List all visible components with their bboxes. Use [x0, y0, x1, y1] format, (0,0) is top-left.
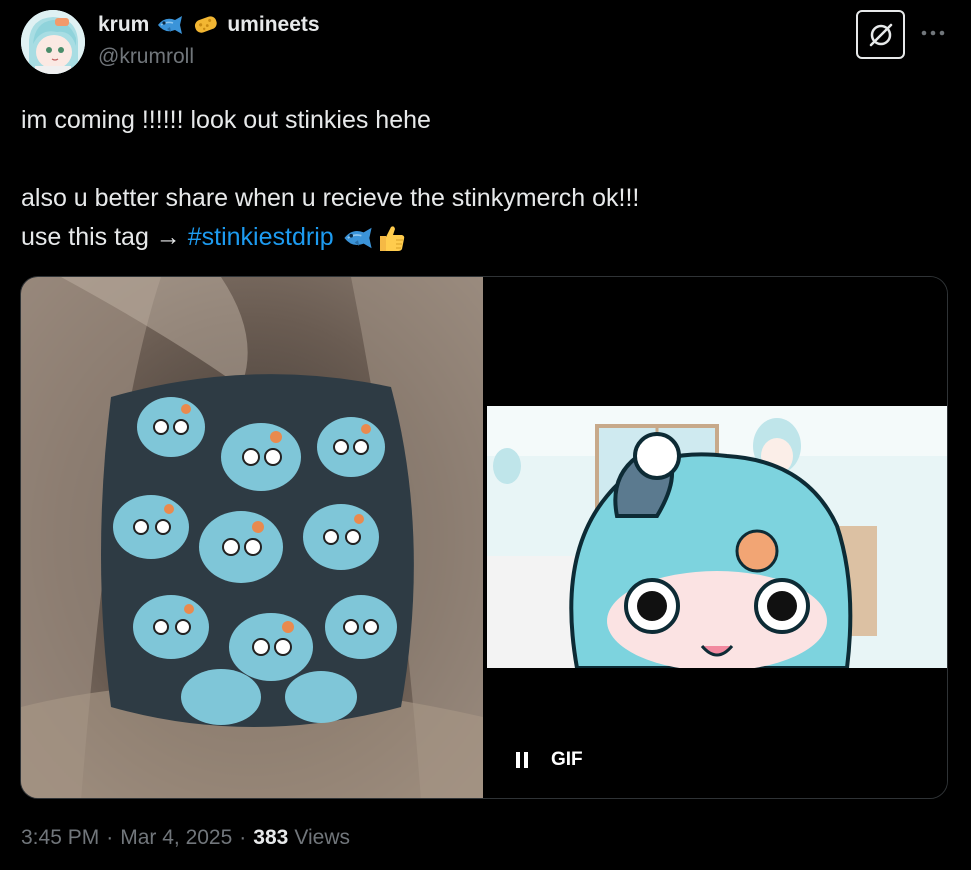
meta-separator: · [239, 826, 247, 849]
pause-icon[interactable] [513, 750, 531, 770]
tweet-text: im coming !!!!!! look out stinkies hehe … [21, 101, 941, 257]
fish-emoji-icon [155, 12, 185, 38]
sponge-emoji-icon [191, 12, 221, 38]
anime-gif-frame [487, 406, 947, 668]
more-options-button[interactable] [917, 18, 949, 48]
gif-player[interactable]: GIF [483, 277, 947, 798]
tweet-line-3: use this tag → #stinkiestdrip [21, 218, 941, 257]
thumbs-up-emoji-icon [375, 222, 407, 254]
tweet-date[interactable]: Mar 4, 2025 [120, 826, 232, 850]
grok-icon [869, 23, 892, 46]
gif-label: GIF [551, 749, 583, 770]
plush-photo[interactable] [21, 277, 483, 798]
tweet-line-2: also u better share when u recieve the s… [21, 184, 640, 212]
avatar[interactable] [21, 10, 85, 74]
hashtag-link[interactable]: #stinkiestdrip [188, 223, 334, 251]
gif-controls: GIF [513, 749, 583, 771]
tweet-time[interactable]: 3:45 PM [21, 826, 99, 850]
meta-separator: · [106, 826, 114, 849]
display-name-part-1[interactable]: krum [98, 13, 149, 37]
display-name-part-2[interactable]: umineets [227, 13, 319, 37]
views-count[interactable]: 383 [253, 826, 288, 850]
tweet-line-1: im coming !!!!!! look out stinkies hehe [21, 106, 431, 134]
tweet-meta: 3:45 PM · Mar 4, 2025 · 383 Views [21, 826, 350, 850]
views-label: Views [294, 826, 350, 849]
author-handle[interactable]: @krumroll [98, 45, 194, 69]
more-icon [921, 30, 945, 36]
grok-button[interactable] [856, 10, 905, 59]
author-name-row[interactable]: krum umineets [98, 12, 320, 38]
fish-emoji-icon [341, 223, 375, 253]
tweet-line-3-prefix: use this tag → [21, 223, 188, 251]
media-container: GIF [20, 276, 948, 799]
